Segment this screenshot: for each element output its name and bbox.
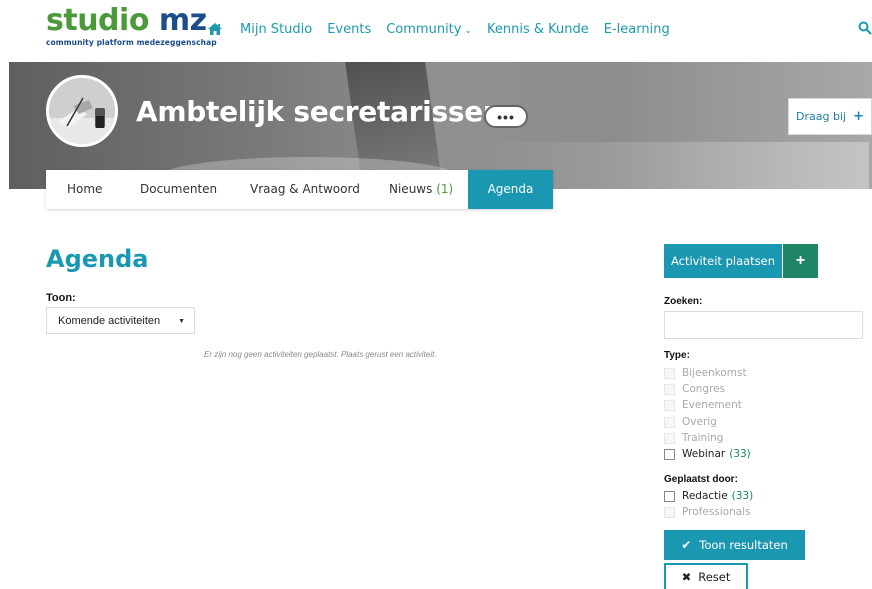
caret-down-icon: ▼ [178, 318, 185, 325]
page-title: Agenda [46, 245, 149, 273]
type-option-label: Bijeenkomst [682, 367, 747, 379]
post-activity-button[interactable]: Activiteit plaatsen + [664, 244, 818, 278]
logo-tagline: community platform medezeggenschap [46, 38, 217, 47]
reset-label: Reset [698, 570, 731, 584]
more-options-button[interactable]: ••• [484, 105, 528, 128]
site-logo[interactable]: studio mz community platform medezeggens… [46, 6, 217, 48]
show-results-label: Toon resultaten [699, 538, 788, 552]
reset-button[interactable]: ✖ Reset [664, 563, 748, 589]
close-icon: ✖ [681, 570, 692, 584]
top-navbar: studio mz community platform medezeggens… [0, 0, 872, 62]
type-option-congres[interactable]: Congres [664, 382, 725, 396]
type-filter-label: Type: [664, 350, 690, 361]
nav-item-events[interactable]: Events [327, 22, 371, 37]
posted-by-option-label: Redactie [682, 490, 728, 502]
tab-documenten[interactable]: Documenten [140, 170, 217, 209]
search-label: Zoeken: [664, 296, 703, 307]
nav-item-e-learning[interactable]: E-learning [604, 22, 670, 37]
show-filter-value: Komende activiteiten [58, 314, 161, 327]
plus-icon: + [782, 244, 818, 278]
type-option-count: (33) [729, 448, 751, 460]
tab-home[interactable]: Home [67, 170, 102, 209]
type-option-label: Training [682, 432, 724, 444]
type-option-label: Webinar [682, 448, 726, 460]
show-filter-select[interactable]: Komende activiteiten ▼ [46, 307, 195, 334]
group-tabs: Home Documenten Vraag & Antwoord Nieuws … [46, 170, 553, 209]
main-nav: Mijn Studio Events Community ⌄ Kennis & K… [207, 21, 685, 37]
posted-by-label: Geplaatst door: [664, 474, 738, 485]
checkbox[interactable] [664, 448, 675, 460]
type-option-overig[interactable]: Overig [664, 415, 717, 429]
tab-agenda[interactable]: Agenda [468, 170, 553, 209]
tab-nieuws-label: Nieuws [389, 182, 433, 196]
checkbox[interactable] [664, 490, 675, 502]
type-option-label: Congres [682, 383, 726, 395]
search-input[interactable] [664, 311, 863, 339]
more-icon: ••• [497, 108, 515, 125]
empty-state-message: Er zijn nog geen activiteiten geplaatst.… [204, 350, 437, 359]
nav-item-mijn-studio[interactable]: Mijn Studio [240, 22, 312, 37]
logo-part-mz: mz [148, 3, 207, 38]
logo-part-studi: studi [46, 3, 129, 38]
posted-by-option-count: (33) [731, 490, 754, 502]
type-option-label: Evenement [682, 399, 742, 411]
contribute-button[interactable]: Draag bij + [788, 98, 872, 135]
logo-wordmark: studio mz [46, 6, 217, 36]
type-option-label: Overig [682, 416, 717, 428]
type-option-training[interactable]: Training [664, 431, 723, 445]
checkbox[interactable] [664, 367, 675, 379]
show-results-button[interactable]: ✔ Toon resultaten [664, 530, 805, 560]
posted-by-option-redactie[interactable]: Redactie (33) [664, 489, 753, 503]
home-icon[interactable] [207, 21, 223, 37]
posted-by-option-professionals[interactable]: Professionals [664, 505, 751, 519]
checkbox[interactable] [664, 506, 675, 518]
contribute-label: Draag bij [796, 110, 847, 123]
tab-nieuws-count: (1) [436, 182, 454, 196]
tab-nieuws[interactable]: Nieuws (1) [389, 170, 453, 209]
checkbox[interactable] [664, 416, 675, 428]
logo-part-o: o [128, 3, 150, 38]
checkbox[interactable] [664, 399, 675, 411]
show-filter-label: Toon: [46, 292, 76, 304]
post-activity-label: Activiteit plaatsen [664, 244, 782, 278]
posted-by-option-label: Professionals [682, 506, 751, 518]
group-avatar [46, 75, 118, 147]
checkbox[interactable] [664, 383, 675, 395]
search-icon[interactable] [858, 21, 872, 35]
check-icon: ✔ [681, 538, 692, 552]
checkbox[interactable] [664, 432, 675, 444]
type-option-webinar[interactable]: Webinar (33) [664, 447, 751, 461]
type-option-bijeenkomst[interactable]: Bijeenkomst [664, 366, 747, 380]
nav-item-kennis-kunde[interactable]: Kennis & Kunde [487, 22, 589, 37]
plus-icon: + [853, 109, 864, 124]
tab-vraag-antwoord[interactable]: Vraag & Antwoord [250, 170, 360, 209]
nav-item-community-label: Community [386, 21, 462, 37]
nav-item-community[interactable]: Community ⌄ [386, 22, 472, 37]
type-option-evenement[interactable]: Evenement [664, 398, 742, 412]
group-title: Ambtelijk secretarissen [136, 95, 503, 128]
chevron-down-icon: ⌄ [464, 25, 473, 36]
